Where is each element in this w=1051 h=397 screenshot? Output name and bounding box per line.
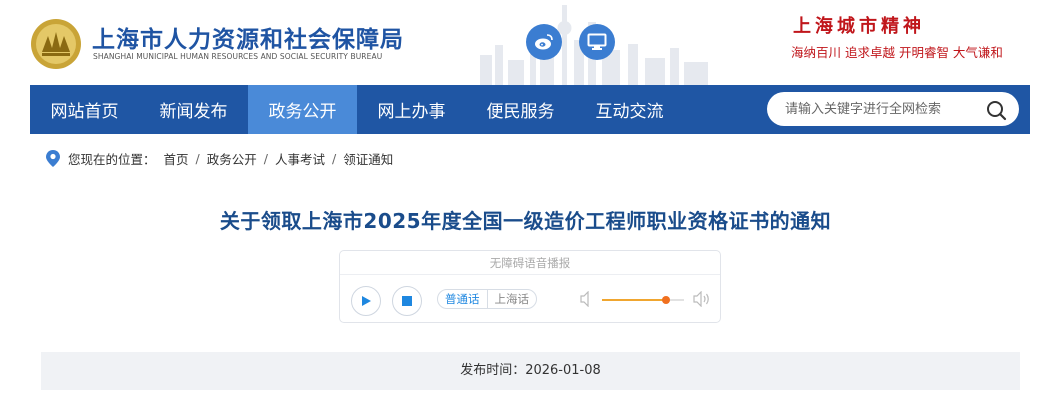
play-icon bbox=[362, 296, 371, 306]
lang-mandarin-option[interactable]: 普通话 bbox=[438, 290, 487, 308]
mobile-site-button[interactable] bbox=[579, 24, 615, 60]
search-box bbox=[767, 92, 1019, 126]
volume-knob[interactable] bbox=[661, 296, 670, 304]
play-button[interactable] bbox=[351, 286, 381, 316]
article-title: 关于领取上海市2025年度全国一级造价工程师职业资格证书的通知 bbox=[219, 209, 832, 233]
breadcrumb-separator: / bbox=[195, 151, 200, 166]
volume-slider[interactable] bbox=[602, 296, 684, 304]
publish-date: 2026-01-08 bbox=[525, 363, 601, 378]
nav-item-government-affairs[interactable]: 政务公开 bbox=[248, 85, 357, 134]
stop-button[interactable] bbox=[392, 286, 422, 316]
search-input[interactable] bbox=[785, 92, 985, 126]
weibo-icon bbox=[535, 34, 553, 50]
city-spirit-slogan: 海纳百川 追求卓越 开明睿智 大气谦和 bbox=[791, 45, 1003, 60]
main-nav: 网站首页 新闻发布 政务公开 网上办事 便民服务 互动交流 bbox=[30, 85, 1030, 134]
breadcrumb: 您现在的位置： 首页 / 政务公开 / 人事考试 / 领证通知 bbox=[46, 149, 393, 168]
search-icon[interactable] bbox=[985, 99, 1007, 121]
breadcrumb-personnel-exams[interactable]: 人事考试 bbox=[275, 149, 325, 168]
site-subtitle: SHANGHAI MUNICIPAL HUMAN RESOURCES AND S… bbox=[93, 52, 383, 61]
breadcrumb-separator: / bbox=[332, 151, 337, 166]
nav-item-news[interactable]: 新闻发布 bbox=[139, 85, 248, 134]
breadcrumb-home[interactable]: 首页 bbox=[164, 149, 189, 168]
stop-icon bbox=[402, 296, 412, 306]
monitor-icon bbox=[587, 33, 607, 50]
city-spirit-title: 上海城市精神 bbox=[793, 16, 925, 37]
site-header: 上海市人力资源和社会保障局 SHANGHAI MUNICIPAL HUMAN R… bbox=[0, 0, 1051, 85]
location-pin-icon bbox=[46, 150, 60, 167]
nav-item-interaction[interactable]: 互动交流 bbox=[575, 85, 684, 134]
nav-item-home[interactable]: 网站首页 bbox=[30, 85, 139, 134]
volume-low-icon[interactable] bbox=[580, 291, 594, 307]
volume-fill bbox=[602, 299, 666, 301]
publish-info-bar: 发布时间：2026-01-08 bbox=[41, 352, 1020, 390]
breadcrumb-separator: / bbox=[263, 151, 268, 166]
weibo-button[interactable] bbox=[526, 24, 562, 60]
publish-label: 发布时间： bbox=[460, 363, 526, 378]
nav-item-public-services[interactable]: 便民服务 bbox=[466, 85, 575, 134]
volume-high-icon[interactable] bbox=[693, 291, 711, 307]
audio-player: 无障碍语音播报 普通话 上海话 bbox=[339, 250, 721, 323]
breadcrumb-certificate-notices[interactable]: 领证通知 bbox=[343, 149, 393, 168]
breadcrumb-government-affairs[interactable]: 政务公开 bbox=[207, 149, 257, 168]
breadcrumb-prefix: 您现在的位置： bbox=[68, 152, 156, 167]
bureau-logo[interactable] bbox=[30, 18, 82, 70]
audio-player-header: 无障碍语音播报 bbox=[340, 251, 720, 275]
lang-shanghainese-option[interactable]: 上海话 bbox=[486, 290, 537, 308]
language-switch: 普通话 上海话 bbox=[437, 289, 537, 309]
nav-item-online-services[interactable]: 网上办事 bbox=[357, 85, 466, 134]
site-title[interactable]: 上海市人力资源和社会保障局 bbox=[92, 20, 404, 54]
